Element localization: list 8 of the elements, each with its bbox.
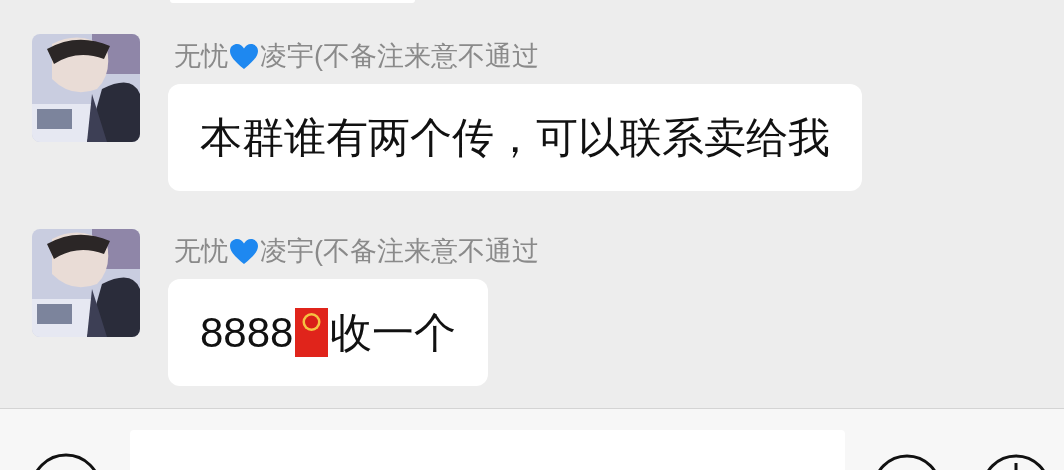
message-text: 8888 — [200, 311, 294, 354]
sender-name: 凌宇(不备注来意不通过 — [260, 42, 539, 70]
message-text: 本群谁有两个传，可以联系卖给我 — [200, 116, 830, 159]
sender-name: 无忧 — [174, 42, 228, 70]
sender-name: 无忧 — [174, 237, 228, 265]
sender-name: 凌宇(不备注来意不通过 — [260, 237, 539, 265]
message-text: 收一个 — [330, 311, 457, 354]
envelope-icon — [295, 308, 329, 357]
